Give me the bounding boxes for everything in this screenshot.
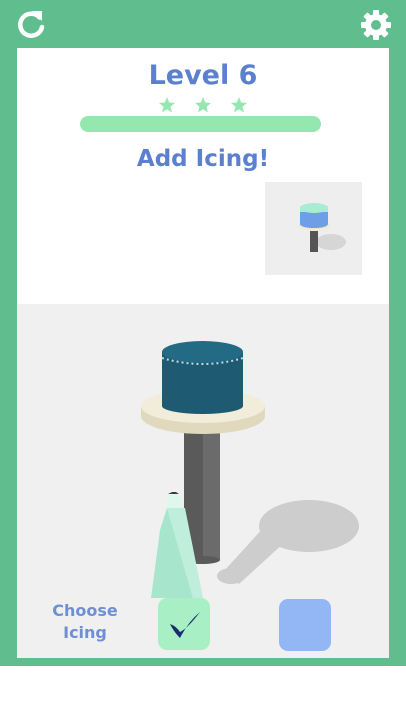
star-icon — [159, 97, 175, 113]
gear-icon[interactable] — [359, 8, 393, 42]
icing-option-mint[interactable] — [158, 598, 210, 650]
star-icon — [195, 97, 211, 113]
cake-preview — [265, 182, 362, 275]
star-icon — [231, 97, 247, 113]
level-title: Level 6 — [148, 60, 258, 91]
choose-label-line2: Icing — [63, 623, 107, 642]
restart-icon[interactable] — [15, 8, 49, 42]
level-progress-bar — [80, 116, 321, 132]
choose-icing-label: Choose Icing — [48, 600, 122, 644]
instruction-text: Add Icing! — [136, 146, 270, 172]
icing-option-blue[interactable] — [279, 599, 331, 651]
checkmark-icon — [170, 612, 200, 638]
level-stars — [150, 96, 256, 116]
choose-label-line1: Choose — [52, 601, 118, 620]
